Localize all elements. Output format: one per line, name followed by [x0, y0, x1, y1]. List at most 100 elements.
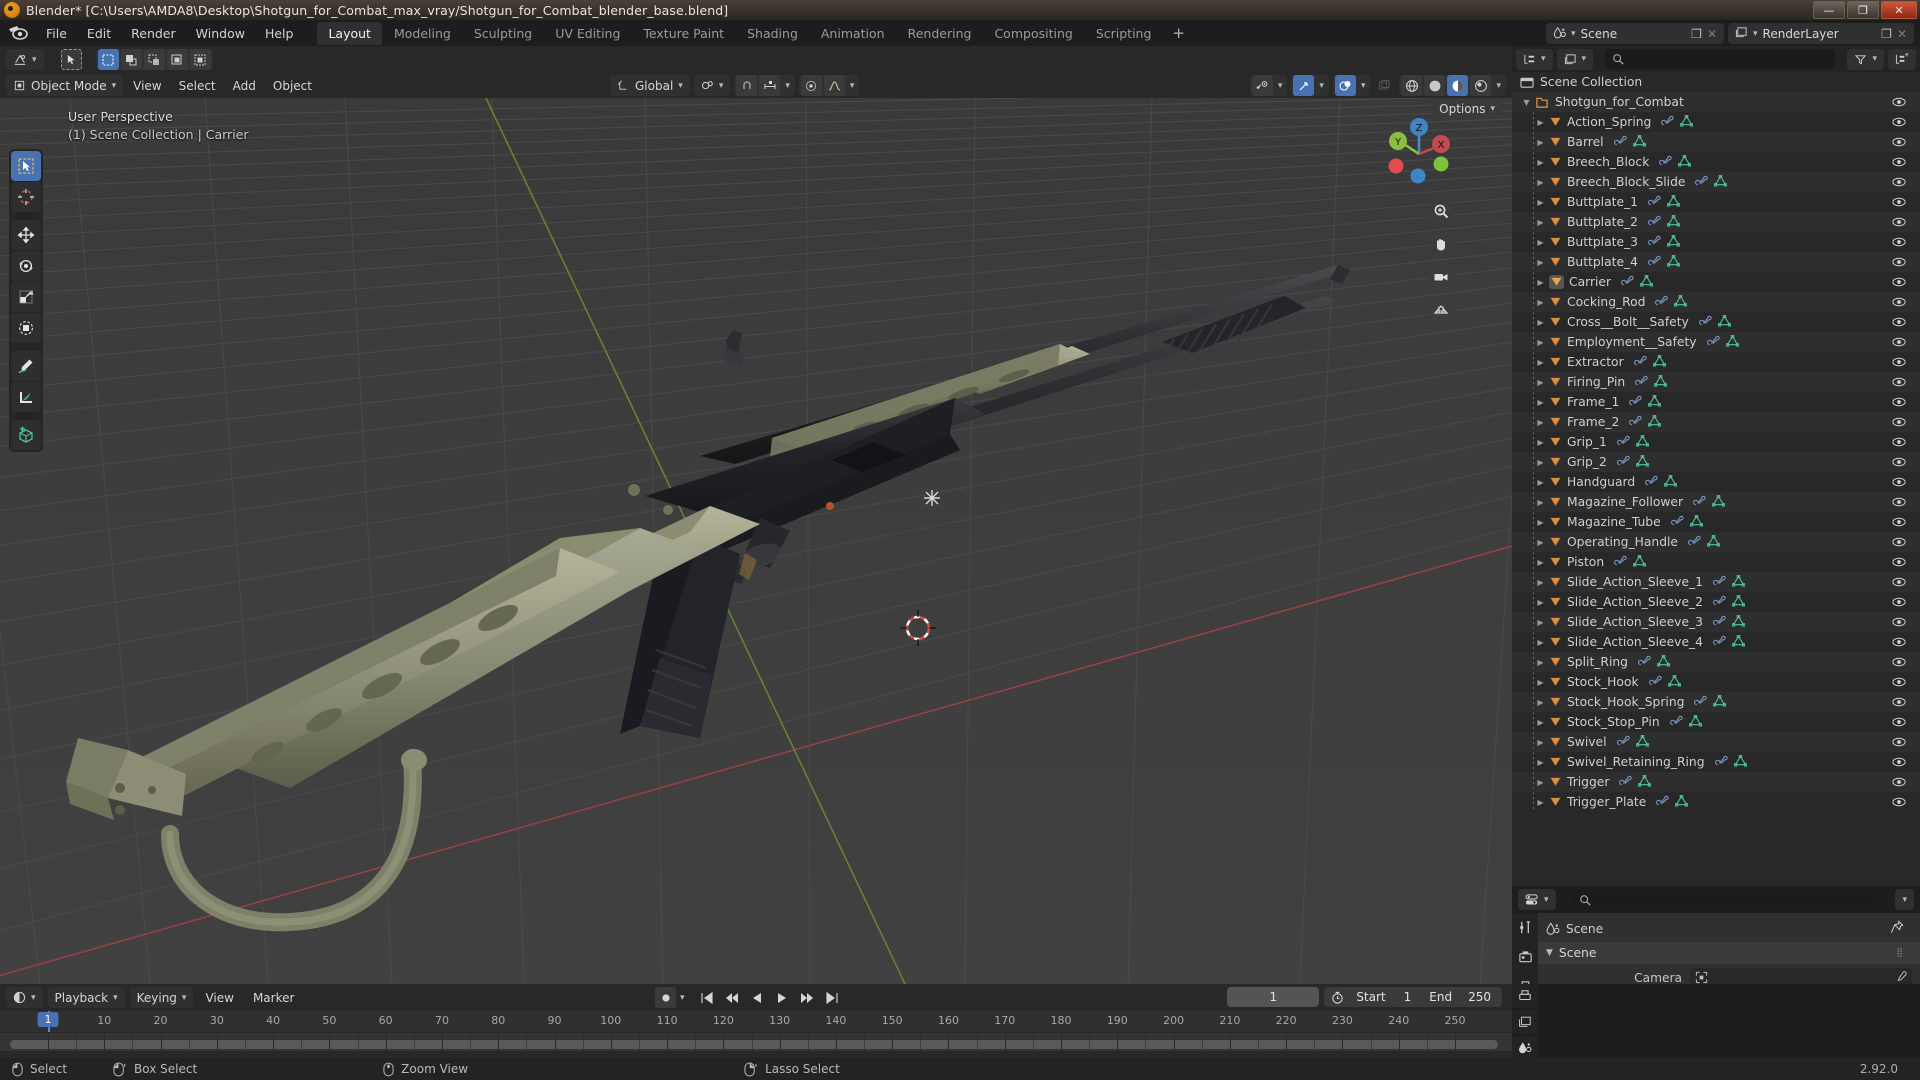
timeline-ruler[interactable]: 10 20 30 40 50 60 70 80 90 100 110 120 130 140 150 160 1… — [0, 1011, 1512, 1051]
measure-tool[interactable] — [11, 382, 41, 412]
mesh-data-icon[interactable] — [1652, 354, 1666, 370]
visibility-toggle-icon[interactable] — [1892, 595, 1906, 612]
object-data-icons[interactable] — [1713, 634, 1746, 650]
object-data-icons[interactable] — [1614, 554, 1647, 570]
object-data-icons[interactable] — [1661, 114, 1694, 130]
outliner-row-cross__bolt__safety[interactable]: ▶ Cross__Bolt__Safety — [1512, 312, 1920, 332]
auto-keying-toggle[interactable] — [655, 987, 676, 1008]
mesh-data-icon[interactable] — [1648, 394, 1662, 410]
close-button[interactable]: ✕ — [1881, 1, 1917, 19]
visibility-toggle-icon[interactable] — [1892, 775, 1906, 792]
visibility-toggle-icon[interactable] — [1892, 515, 1906, 532]
properties-options-button[interactable]: ▾ — [1895, 889, 1914, 910]
show-overlays-icon[interactable] — [1334, 75, 1356, 96]
visibility-toggle-icon[interactable] — [1892, 755, 1906, 772]
expand-icon[interactable]: ▶ — [1534, 378, 1547, 387]
outliner-row-buttplate_2[interactable]: ▶ Buttplate_2 — [1512, 212, 1920, 232]
object-data-icons[interactable] — [1616, 434, 1649, 450]
viewport-menu-select[interactable]: Select — [172, 75, 223, 96]
mesh-data-icon[interactable] — [1635, 734, 1649, 750]
expand-icon[interactable]: ▶ — [1534, 158, 1547, 167]
object-data-icons[interactable] — [1713, 574, 1746, 590]
cursor-tool[interactable] — [11, 182, 41, 212]
workspace-tab-compositing[interactable]: Compositing — [983, 22, 1083, 45]
expand-icon[interactable]: ▶ — [1534, 538, 1547, 547]
current-frame-field[interactable]: 1 — [1227, 987, 1320, 1007]
visibility-toggle-icon[interactable] — [1892, 355, 1906, 372]
viewport-toolbar[interactable] — [9, 149, 43, 452]
shading-mode-group[interactable]: ▾ — [1399, 75, 1506, 96]
start-frame-value[interactable]: 1 — [1394, 987, 1422, 1007]
expand-icon[interactable]: ▶ — [1534, 118, 1547, 127]
modifier-icon[interactable] — [1694, 695, 1708, 710]
mesh-data-icon[interactable] — [1731, 634, 1746, 650]
visibility-toggle-icon[interactable] — [1892, 195, 1906, 212]
interaction-mode-selector[interactable]: Object Mode ▾ — [6, 75, 124, 96]
workspace-tab-uv-editing[interactable]: UV Editing — [544, 22, 631, 45]
visibility-toggle-icon[interactable] — [1892, 695, 1906, 712]
expand-icon[interactable]: ▶ — [1534, 758, 1547, 767]
outliner-object-rows[interactable]: ▶ Action_Spring ▶ Barrel ▶ Breech_Block ▶ Breec… — [1512, 112, 1920, 812]
modifier-icon[interactable] — [1695, 175, 1709, 190]
mesh-data-icon[interactable] — [1674, 294, 1688, 310]
menu-edit[interactable]: Edit — [77, 23, 121, 44]
jump-to-end-button[interactable] — [822, 987, 843, 1008]
expand-icon[interactable]: ▶ — [1534, 398, 1547, 407]
view-layer-selector[interactable]: ▾ RenderLayer ❐ ✕ — [1728, 23, 1914, 44]
end-frame-value[interactable]: 250 — [1460, 987, 1499, 1007]
visibility-toggle-icon[interactable] — [1892, 575, 1906, 592]
select-mode-group[interactable] — [95, 49, 213, 70]
modifier-icon[interactable] — [1616, 455, 1630, 470]
modifier-icon[interactable] — [1648, 235, 1661, 250]
remove-view-layer-icon[interactable]: ✕ — [1897, 27, 1907, 41]
menu-render[interactable]: Render — [121, 23, 186, 44]
timeline-menu-marker[interactable]: Marker — [246, 987, 301, 1008]
modifier-icon[interactable] — [1614, 555, 1627, 570]
outliner-root-row[interactable]: Scene Collection — [1512, 72, 1920, 92]
modifier-icon[interactable] — [1661, 115, 1674, 130]
mesh-data-icon[interactable] — [1688, 714, 1702, 730]
visibility-toggle-icon[interactable] — [1892, 675, 1906, 692]
outliner-row-stock_stop_pin[interactable]: ▶ Stock_Stop_Pin — [1512, 712, 1920, 732]
modifier-icon[interactable] — [1669, 715, 1683, 730]
workspace-tab-shading[interactable]: Shading — [736, 22, 809, 45]
modifier-icon[interactable] — [1713, 635, 1726, 650]
visibility-toggle-icon[interactable] — [1892, 155, 1906, 172]
visibility-toggle-icon[interactable] — [1892, 395, 1906, 412]
new-scene-icon[interactable]: ❐ — [1691, 27, 1702, 41]
transform-orientation-selector[interactable]: Global ▾ — [610, 75, 690, 96]
expand-icon[interactable]: ▶ — [1534, 178, 1547, 187]
mesh-data-icon[interactable] — [1654, 374, 1668, 390]
modifier-icon[interactable] — [1616, 735, 1630, 750]
visibility-toggle-icon[interactable] — [1892, 215, 1906, 232]
use-preview-range-icon[interactable] — [1327, 991, 1348, 1004]
object-data-icons[interactable] — [1659, 154, 1692, 170]
object-data-icons[interactable] — [1648, 674, 1681, 690]
snapping-group[interactable]: ▾ — [734, 75, 795, 96]
expand-icon[interactable]: ▶ — [1534, 418, 1547, 427]
expand-icon[interactable]: ▶ — [1534, 738, 1547, 747]
outliner-row-frame_1[interactable]: ▶ Frame_1 — [1512, 392, 1920, 412]
modifier-icon[interactable] — [1648, 675, 1662, 690]
wireframe-shading-icon[interactable] — [1401, 75, 1423, 96]
visibility-toggle-icon[interactable] — [1892, 255, 1906, 272]
solid-shading-icon[interactable] — [1424, 75, 1446, 96]
modifier-icon[interactable] — [1670, 515, 1684, 530]
outliner-row-slide_action_sleeve_2[interactable]: ▶ Slide_Action_Sleeve_2 — [1512, 592, 1920, 612]
add-cube-tool[interactable] — [11, 420, 41, 450]
scale-tool[interactable] — [11, 282, 41, 312]
properties-editor-type-selector[interactable]: ▾ — [1518, 889, 1556, 910]
editor-type-selector[interactable]: ▾ — [6, 49, 44, 70]
modifier-icon[interactable] — [1714, 755, 1728, 770]
expand-icon[interactable]: ▶ — [1534, 198, 1547, 207]
mesh-data-icon[interactable] — [1725, 334, 1739, 350]
scene-editor-icon[interactable] — [1512, 1036, 1538, 1060]
mesh-data-icon[interactable] — [1675, 794, 1689, 810]
expand-icon[interactable]: ▶ — [1534, 478, 1547, 487]
outliner-row-slide_action_sleeve_1[interactable]: ▶ Slide_Action_Sleeve_1 — [1512, 572, 1920, 592]
modifier-icon[interactable] — [1698, 315, 1712, 330]
object-data-icons[interactable] — [1655, 294, 1688, 310]
object-data-icons[interactable] — [1713, 614, 1746, 630]
object-data-icons[interactable] — [1698, 314, 1731, 330]
outliner-row-extractor[interactable]: ▶ Extractor — [1512, 352, 1920, 372]
